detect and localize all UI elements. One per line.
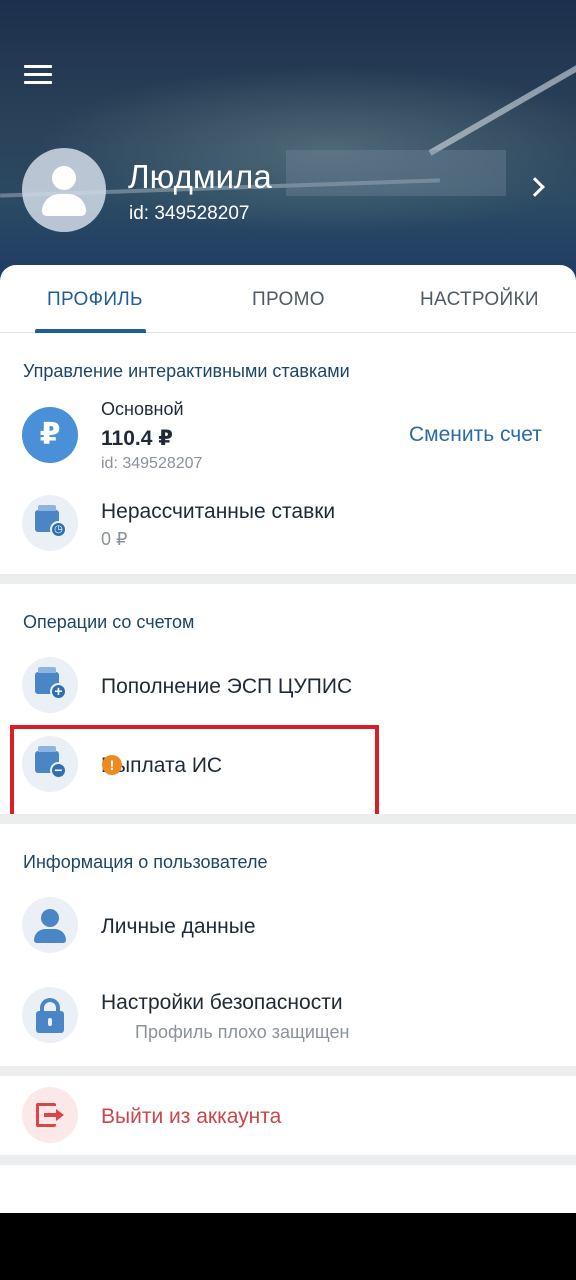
redacted-surname [286,150,506,196]
tab-profile[interactable]: ПРОФИЛЬ [47,289,143,311]
wallet-plus-icon: + [22,657,78,713]
profile-header: Людмила id: 349528207 [0,0,576,290]
user-name: Людмила [128,158,272,195]
account-id: id: 349528207 [101,455,203,472]
security-settings-label: Настройки безопасности [101,991,343,1014]
tab-settings[interactable]: НАСТРОЙКИ [420,289,539,311]
section-title-operations: Операции со счетом [23,612,195,632]
unsettled-bets-value: 0 ₽ [101,529,128,549]
unsettled-bets-label: Нерассчитанные ставки [101,500,336,523]
section-title-user-info: Информация о пользователе [23,852,268,872]
header-background-line [428,40,576,156]
logout-icon [22,1087,78,1143]
tab-promo[interactable]: ПРОМО [252,289,325,311]
hamburger-menu-icon[interactable] [24,64,54,86]
avatar-body [42,194,86,216]
ruble-glyph: ₽ [39,418,61,451]
change-account-button[interactable]: Сменить счет [409,423,542,447]
account-balance: 110.4 ₽ [101,427,173,450]
system-navigation-bar [0,1213,576,1280]
account-name: Основной [101,399,184,419]
tab-active-indicator [35,329,146,333]
user-id: id: 349528207 [129,203,250,224]
wallet-clock-icon: ◷ [22,495,78,551]
ruble-icon: ₽ [22,407,78,463]
logout-label: Выйти из аккаунта [101,1105,282,1128]
section-divider [0,1155,576,1165]
avatar-head [52,166,76,190]
warning-icon: ! [102,755,122,775]
person-icon [22,897,78,953]
highlight-annotation [10,725,379,822]
avatar[interactable] [22,148,106,232]
personal-data-label: Личные данные [101,915,256,938]
chevron-right-icon[interactable] [525,177,545,197]
section-divider [0,814,576,824]
security-warning-text: Профиль плохо защищен [135,1022,350,1042]
section-divider [0,1066,576,1076]
tab-bar: ПРОФИЛЬ ПРОМО НАСТРОЙКИ [0,265,576,333]
section-title-interactive-bets: Управление интерактивными ставками [23,361,350,381]
deposit-label: Пополнение ЭСП ЦУПИС [101,675,353,698]
lock-icon [22,987,78,1043]
profile-sheet: ПРОФИЛЬ ПРОМО НАСТРОЙКИ Управление интер… [0,265,576,1213]
section-divider [0,574,576,584]
